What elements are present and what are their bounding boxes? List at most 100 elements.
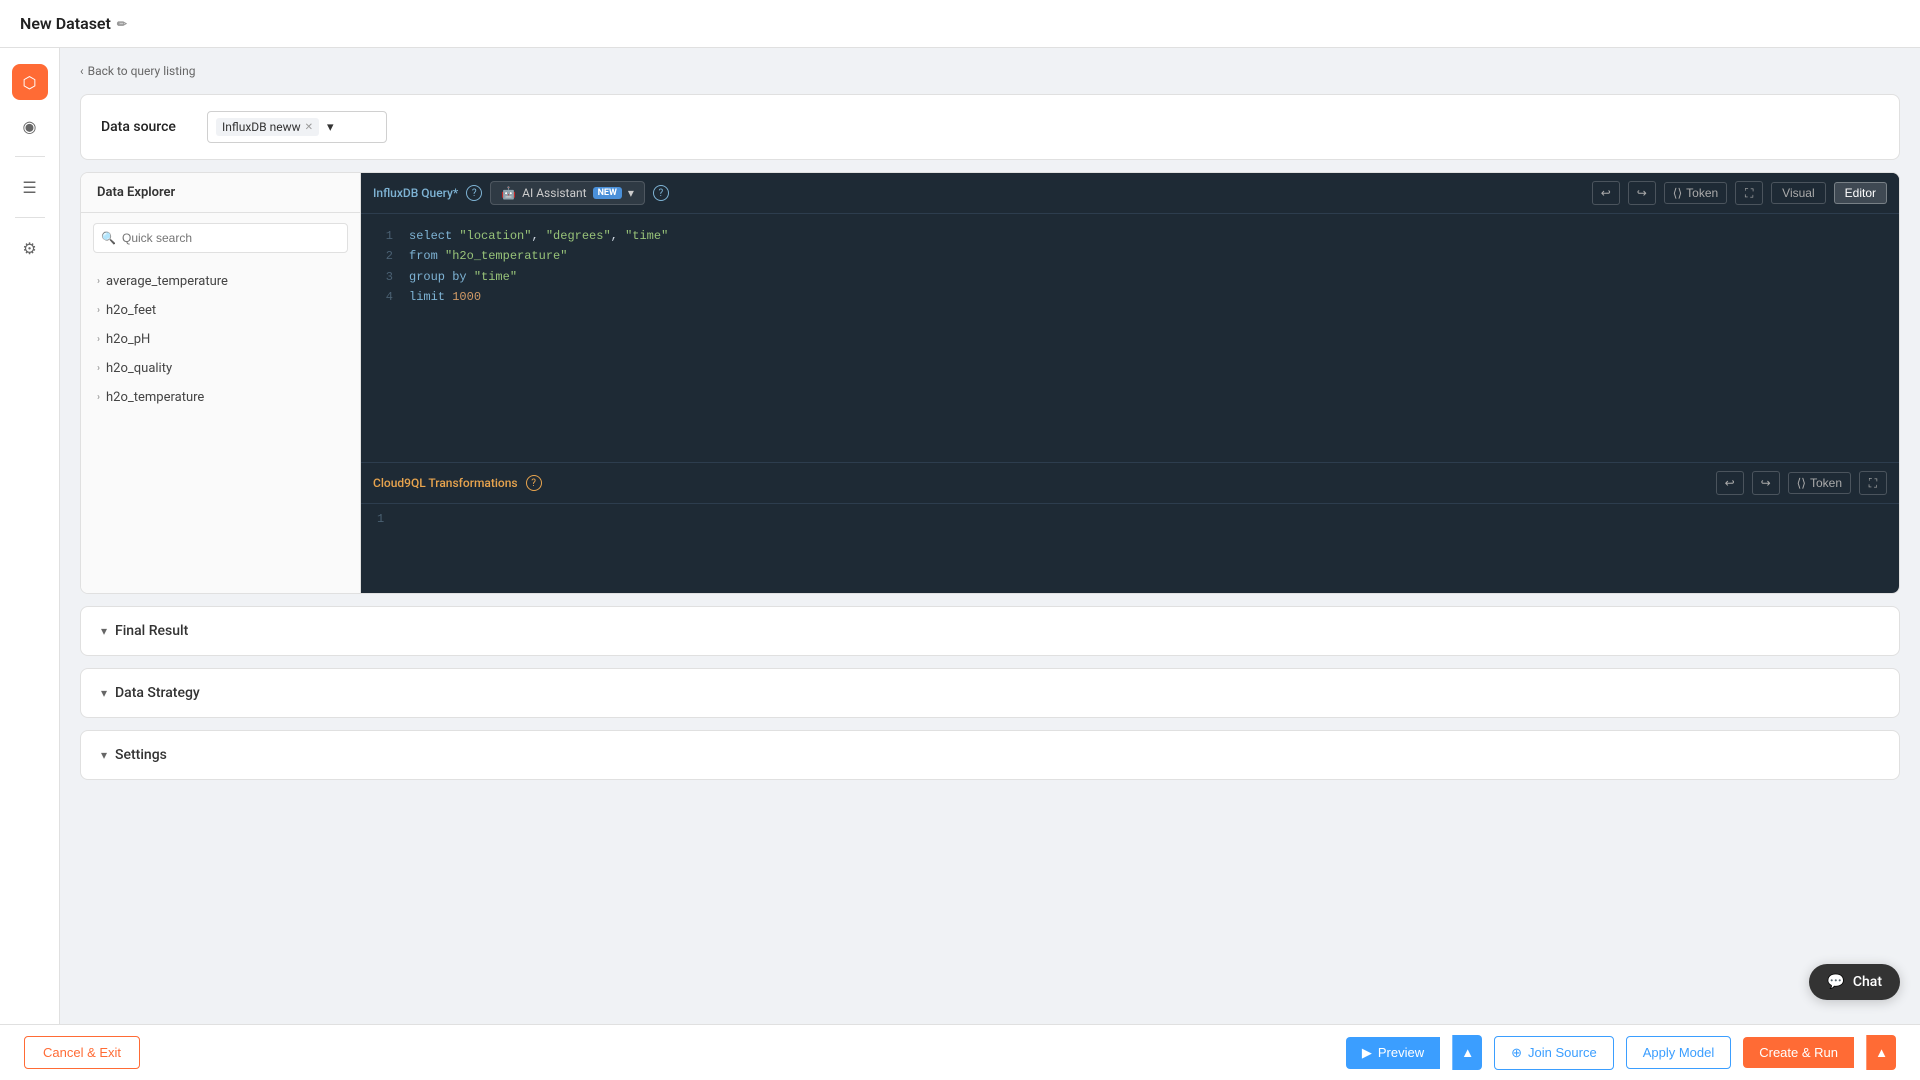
datasource-tag-close[interactable]: ✕ (305, 122, 313, 133)
ai-badge: NEW (593, 187, 622, 199)
line-number: 1 (377, 226, 393, 246)
sidebar-divider-2 (15, 217, 45, 218)
datasource-select[interactable]: InfluxDB neww ✕ ▾ (207, 111, 387, 143)
code-line-1: 1 select "location", "degrees", "time" (377, 226, 1883, 246)
create-run-dropdown-button[interactable]: ▲ (1866, 1035, 1896, 1070)
create-arrow-icon: ▲ (1875, 1045, 1888, 1061)
view-editor-button[interactable]: Editor (1834, 182, 1887, 204)
data-explorer-title: Data Explorer (81, 173, 360, 213)
redo-button[interactable]: ↪ (1628, 181, 1656, 205)
item-chevron: › (97, 305, 100, 316)
undo-button[interactable]: ↩ (1592, 181, 1620, 205)
item-label: h2o_quality (106, 361, 172, 376)
back-link[interactable]: ‹ Back to query listing (80, 64, 1900, 78)
cloudql-label: Cloud9QL Transformations (373, 476, 518, 490)
create-run-label: Create & Run (1759, 1045, 1838, 1060)
settings-header[interactable]: ▾ Settings (81, 731, 1899, 779)
top-bar: New Dataset ✏ (0, 0, 1920, 48)
code-line-3: 3 group by "time" (377, 267, 1883, 287)
list-item[interactable]: › h2o_pH (81, 325, 360, 354)
create-run-button[interactable]: Create & Run (1743, 1037, 1854, 1068)
chat-icon: 💬 (1827, 974, 1844, 990)
item-label: h2o_pH (106, 332, 150, 347)
influx-query-label: InfluxDB Query* (373, 186, 458, 200)
list-item[interactable]: › average_temperature (81, 267, 360, 296)
datasource-tag: InfluxDB neww ✕ (216, 118, 319, 136)
influx-pane-toolbar: InfluxDB Query* ? 🤖 AI Assistant NEW ▾ ? (361, 173, 1899, 214)
code-editor[interactable]: 1 select "location", "degrees", "time" 2… (361, 214, 1899, 462)
cloudql-undo-button[interactable]: ↩ (1716, 471, 1744, 495)
explorer-list: › average_temperature › h2o_feet › h2o_p… (81, 263, 360, 593)
line-number: 2 (377, 246, 393, 266)
cloudql-line-number: 1 (377, 512, 384, 526)
cloudql-redo-button[interactable]: ↪ (1752, 471, 1780, 495)
back-link-text: Back to query listing (88, 64, 196, 78)
item-chevron: › (97, 392, 100, 403)
bottom-toolbar: Cancel & Exit ▶ Preview ▲ ⊕ Join Source … (0, 1024, 1920, 1080)
item-chevron: › (97, 334, 100, 345)
cloudql-fullscreen-button[interactable]: ⛶ (1859, 471, 1887, 495)
join-source-button[interactable]: ⊕ Join Source (1494, 1036, 1614, 1070)
ai-assistant-button[interactable]: 🤖 AI Assistant NEW ▾ (490, 181, 645, 205)
sidebar-icon-gear[interactable]: ⚙ (12, 230, 48, 266)
preview-label: Preview (1378, 1045, 1424, 1060)
datasource-label: Data source (101, 119, 191, 135)
datasource-tag-text: InfluxDB neww (222, 120, 301, 134)
data-strategy-chevron: ▾ (101, 686, 107, 700)
query-section-inner: Data Explorer 🔍 › average_temperature › … (81, 173, 1899, 593)
apply-model-button[interactable]: Apply Model (1626, 1036, 1732, 1069)
data-explorer: Data Explorer 🔍 › average_temperature › … (81, 173, 361, 593)
cloudql-toolbar: Cloud9QL Transformations ? ↩ ↪ ⟨⟩ Token … (361, 463, 1899, 504)
cloudql-token-icon: ⟨⟩ (1797, 476, 1806, 490)
cloudql-editor[interactable]: 1 (361, 504, 1899, 593)
main-content: ‹ Back to query listing Data source Infl… (60, 48, 1920, 1080)
data-strategy-section: ▾ Data Strategy (80, 668, 1900, 718)
join-plus-icon: ⊕ (1511, 1045, 1522, 1061)
preview-arrow-icon: ▲ (1461, 1045, 1474, 1061)
fullscreen-button[interactable]: ⛶ (1735, 181, 1763, 205)
page-title: New Dataset ✏ (20, 14, 127, 33)
data-strategy-header[interactable]: ▾ Data Strategy (81, 669, 1899, 717)
cloudql-help-icon[interactable]: ? (526, 475, 542, 491)
view-visual-button[interactable]: Visual (1771, 182, 1825, 204)
search-icon: 🔍 (101, 231, 116, 245)
ai-help-icon[interactable]: ? (653, 185, 669, 201)
sidebar-icon-eye[interactable]: ◉ (12, 108, 48, 144)
search-box: 🔍 (93, 223, 348, 253)
title-text: New Dataset (20, 14, 111, 33)
list-item[interactable]: › h2o_feet (81, 296, 360, 325)
search-input[interactable] (93, 223, 348, 253)
item-label: h2o_temperature (106, 390, 204, 405)
sidebar: ⬡ ◉ ☰ ⚙ (0, 48, 60, 1080)
sidebar-divider (15, 156, 45, 157)
list-item[interactable]: › h2o_quality (81, 354, 360, 383)
item-label: h2o_feet (106, 303, 156, 318)
influx-query-pane: InfluxDB Query* ? 🤖 AI Assistant NEW ▾ ? (361, 173, 1899, 463)
sidebar-icon-database[interactable]: ⬡ (12, 64, 48, 100)
influx-help-icon[interactable]: ? (466, 185, 482, 201)
cancel-exit-button[interactable]: Cancel & Exit (24, 1036, 140, 1069)
ai-chevron-icon: ▾ (628, 186, 634, 200)
cloudql-token-button[interactable]: ⟨⟩ Token (1788, 472, 1851, 494)
settings-chevron: ▾ (101, 748, 107, 762)
chat-label: Chat (1853, 974, 1882, 990)
edit-title-icon[interactable]: ✏ (117, 17, 127, 31)
line-number: 4 (377, 287, 393, 307)
preview-button[interactable]: ▶ Preview (1346, 1037, 1440, 1069)
token-button[interactable]: ⟨⟩ Token (1664, 182, 1727, 204)
influx-label-text: InfluxDB Query* (373, 186, 458, 200)
final-result-title: Final Result (115, 623, 188, 639)
final-result-section: ▾ Final Result (80, 606, 1900, 656)
final-result-header[interactable]: ▾ Final Result (81, 607, 1899, 655)
preview-play-icon: ▶ (1362, 1045, 1372, 1061)
back-arrow-icon: ‹ (80, 64, 84, 78)
settings-section: ▾ Settings (80, 730, 1900, 780)
data-strategy-title: Data Strategy (115, 685, 200, 701)
chat-button[interactable]: 💬 Chat (1809, 964, 1900, 1000)
sidebar-icon-list[interactable]: ☰ (12, 169, 48, 205)
data-source-section: Data source InfluxDB neww ✕ ▾ (80, 94, 1900, 160)
preview-dropdown-button[interactable]: ▲ (1452, 1035, 1482, 1070)
cloudql-token-label: Token (1810, 476, 1842, 490)
code-content: from "h2o_temperature" (409, 246, 567, 266)
list-item[interactable]: › h2o_temperature (81, 383, 360, 412)
